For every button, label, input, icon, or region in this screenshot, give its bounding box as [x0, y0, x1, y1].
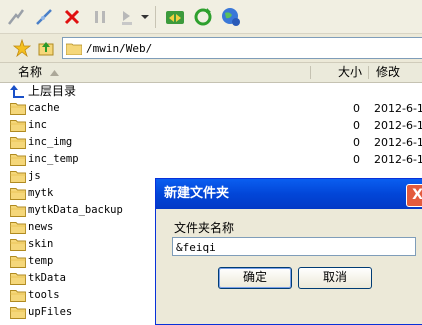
stop-icon[interactable] [60, 5, 84, 29]
file-name: tools [28, 289, 60, 301]
folder-icon [10, 171, 26, 183]
folder-name-label: 文件夹名称 [174, 221, 235, 235]
file-date: 2012-6-1 [374, 119, 422, 132]
sync-icon[interactable] [163, 5, 187, 29]
address-path: /mwin/Web/ [86, 41, 153, 55]
column-divider[interactable] [368, 66, 369, 79]
column-divider[interactable] [310, 66, 311, 79]
pause-icon[interactable] [88, 5, 112, 29]
file-name: skin [28, 238, 54, 250]
dialog-titlebar[interactable]: 新建文件夹 X [156, 179, 422, 209]
file-name: cache [28, 102, 60, 114]
folder-icon [10, 103, 26, 115]
column-size[interactable]: 大小 [338, 63, 362, 82]
file-name: news [28, 221, 54, 233]
file-name: js [28, 170, 41, 182]
up-arrow-icon [10, 85, 24, 98]
file-size: 0 [353, 153, 360, 166]
list-item[interactable]: inc_img 0 2012-6-1 [0, 134, 422, 151]
file-date: 2012-6-1 [374, 102, 422, 115]
close-button[interactable]: X [406, 184, 422, 207]
transfer-icon[interactable] [116, 5, 140, 29]
folder-icon [10, 120, 26, 132]
favorites-star-icon[interactable] [10, 36, 34, 60]
folder-icon [10, 307, 26, 319]
column-modified[interactable]: 修改 [376, 63, 400, 82]
parent-dir-label: 上层目录 [28, 84, 77, 98]
folder-icon [10, 290, 26, 302]
column-header: 名称 大小 修改 [0, 63, 422, 83]
folder-icon [10, 239, 26, 251]
file-name: upFiles [28, 306, 73, 318]
parent-dir-row[interactable]: 上层目录 [0, 83, 422, 100]
file-name: mytk [28, 187, 54, 199]
file-size: 0 [353, 119, 360, 132]
file-size: 0 [353, 136, 360, 149]
cancel-button[interactable]: 取消 [298, 267, 372, 289]
list-item[interactable]: cache 0 2012-6-1 [0, 100, 422, 117]
address-input[interactable]: /mwin/Web/ [62, 37, 422, 59]
refresh-icon[interactable] [191, 5, 215, 29]
address-bar: /mwin/Web/ [0, 34, 422, 63]
ok-button[interactable]: 确定 [218, 267, 292, 289]
file-size: 0 [353, 102, 360, 115]
folder-icon [10, 154, 26, 166]
folder-icon [66, 43, 82, 55]
toolbar [0, 0, 422, 34]
globe-icon[interactable] [219, 5, 243, 29]
folder-icon [10, 188, 26, 200]
column-name[interactable]: 名称 [18, 63, 42, 82]
file-name: temp [28, 255, 54, 267]
folder-icon [10, 205, 26, 217]
file-name: inc [28, 119, 47, 131]
dialog-title: 新建文件夹 [164, 186, 230, 201]
disconnect-icon[interactable] [32, 5, 56, 29]
folder-icon [10, 222, 26, 234]
folder-icon [10, 256, 26, 268]
sort-ascending-icon [50, 70, 59, 76]
list-item[interactable]: inc_temp 0 2012-6-1 [0, 151, 422, 168]
folder-name-input[interactable]: &feiqi [172, 237, 416, 256]
file-name: inc_img [28, 136, 73, 148]
new-folder-dialog: 新建文件夹 X 文件夹名称 &feiqi 确定 取消 [155, 178, 422, 325]
file-name: inc_temp [28, 153, 79, 165]
toolbar-separator [155, 5, 156, 28]
file-date: 2012-6-1 [374, 153, 422, 166]
folder-icon [10, 137, 26, 149]
up-folder-icon[interactable] [34, 36, 58, 60]
list-item[interactable]: inc 0 2012-6-1 [0, 117, 422, 134]
file-name: tkData [28, 272, 66, 284]
connect-icon[interactable] [4, 5, 28, 29]
chevron-down-icon[interactable] [140, 5, 150, 29]
folder-icon [10, 273, 26, 285]
file-date: 2012-6-1 [374, 136, 422, 149]
file-name: mytkData_backup [28, 204, 123, 216]
